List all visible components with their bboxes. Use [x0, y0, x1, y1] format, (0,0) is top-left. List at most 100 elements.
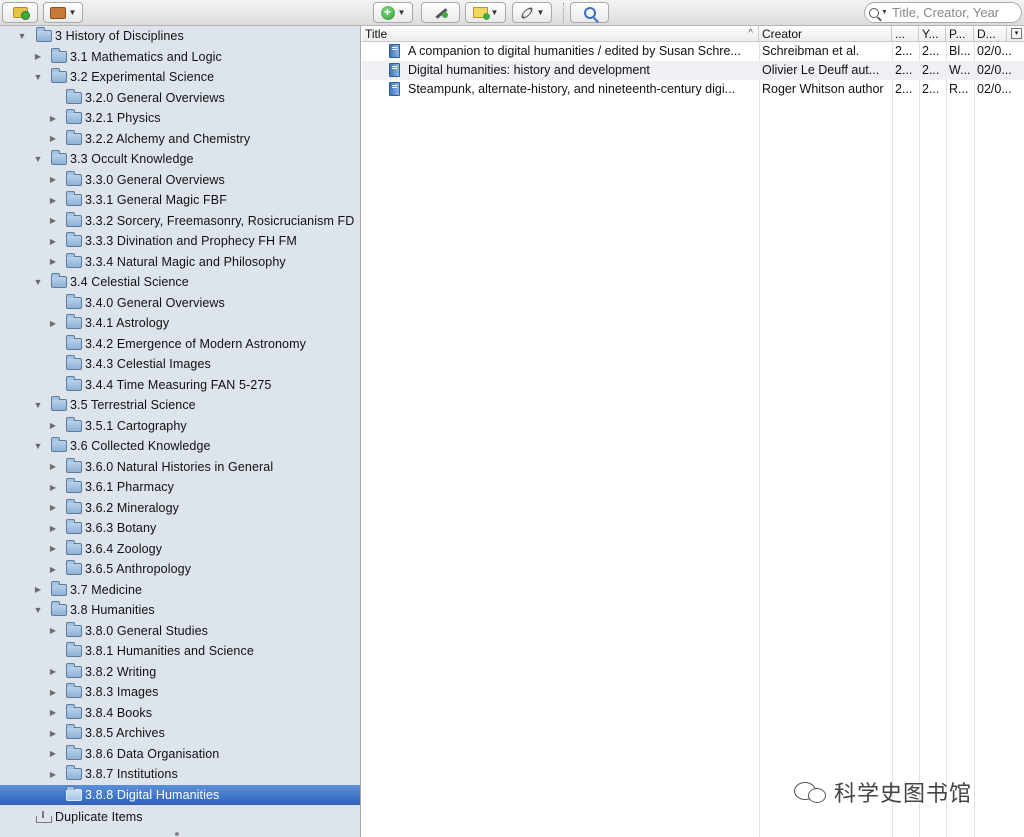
disclosure-collapsed-icon[interactable] — [48, 216, 58, 226]
collection-row[interactable]: 3.8.6 Data Organisation — [0, 744, 360, 764]
disclosure-collapsed-icon[interactable] — [48, 769, 58, 779]
collection-row[interactable]: 3.5 Terrestrial Science — [0, 395, 360, 415]
collection-row[interactable]: 3.3 Occult Knowledge — [0, 149, 360, 169]
folder-icon — [66, 703, 82, 719]
disclosure-expanded-icon[interactable] — [17, 31, 27, 41]
disclosure-expanded-icon[interactable] — [33, 441, 43, 451]
collection-row[interactable]: 3.4.0 General Overviews — [0, 293, 360, 313]
disclosure-collapsed-icon[interactable] — [48, 318, 58, 328]
collection-row[interactable]: 3.4.3 Celestial Images — [0, 354, 360, 374]
collection-row[interactable]: 3.2.1 Physics — [0, 108, 360, 128]
disclosure-collapsed-icon[interactable] — [48, 687, 58, 697]
collection-row[interactable]: 3.3.3 Divination and Prophecy FH FM — [0, 231, 360, 251]
column-header-year[interactable]: Y... — [919, 26, 946, 42]
collection-row[interactable]: 3.3.1 General Magic FBF — [0, 190, 360, 210]
disclosure-collapsed-icon[interactable] — [48, 421, 58, 431]
disclosure-expanded-icon[interactable] — [33, 154, 43, 164]
disclosure-collapsed-icon[interactable] — [48, 482, 58, 492]
folder-icon — [66, 560, 82, 575]
collection-row[interactable]: 3.8.5 Archives — [0, 723, 360, 743]
resize-handle[interactable] — [175, 832, 179, 836]
new-library-button[interactable]: ▼ — [43, 2, 83, 23]
collection-row[interactable]: 3.6.5 Anthropology — [0, 559, 360, 579]
disclosure-collapsed-icon[interactable] — [48, 523, 58, 533]
search-field[interactable]: ▼ — [864, 2, 1022, 23]
collection-row[interactable]: 3.4.1 Astrology — [0, 313, 360, 333]
disclosure-collapsed-icon[interactable] — [48, 728, 58, 738]
collection-row[interactable]: 3 History of Disciplines — [0, 26, 360, 46]
disclosure-collapsed-icon[interactable] — [48, 134, 58, 144]
disclosure-collapsed-icon[interactable] — [48, 626, 58, 636]
disclosure-collapsed-icon[interactable] — [48, 175, 58, 185]
column-header-title[interactable]: Title ^ — [362, 26, 759, 42]
collection-row[interactable]: 3.6 Collected Knowledge — [0, 436, 360, 456]
collection-row[interactable]: 3.8.8 Digital Humanities — [0, 784, 360, 805]
table-row[interactable]: Digital humanities: history and developm… — [362, 61, 1024, 80]
column-header-col3[interactable]: ... — [892, 26, 919, 42]
collection-label: 3.8.0 General Studies — [85, 623, 209, 638]
new-item-button[interactable]: + ▼ — [373, 2, 413, 23]
collection-row[interactable]: 3.8.0 General Studies — [0, 621, 360, 641]
disclosure-expanded-icon[interactable] — [33, 400, 43, 410]
collection-row[interactable]: 3.2 Experimental Science — [0, 67, 360, 87]
collection-row[interactable]: 3.4.4 Time Measuring FAN 5-275 — [0, 375, 360, 395]
duplicate-items-row[interactable]: Duplicate Items — [0, 807, 360, 827]
collection-row[interactable]: 3.5.1 Cartography — [0, 416, 360, 436]
column-divider — [892, 42, 893, 837]
collection-row[interactable]: 3.6.3 Botany — [0, 518, 360, 538]
disclosure-collapsed-icon[interactable] — [48, 462, 58, 472]
collection-row[interactable]: 3.6.1 Pharmacy — [0, 477, 360, 497]
collection-row[interactable]: 3.3.4 Natural Magic and Philosophy — [0, 252, 360, 272]
collection-row[interactable]: 3.8.2 Writing — [0, 662, 360, 682]
table-row[interactable]: Steampunk, alternate-history, and ninete… — [362, 80, 1024, 99]
column-header-creator[interactable]: Creator — [759, 26, 892, 42]
collection-row[interactable]: 3.3.0 General Overviews — [0, 170, 360, 190]
table-row[interactable]: A companion to digital humanities / edit… — [362, 42, 1024, 61]
disclosure-expanded-icon[interactable] — [33, 605, 43, 615]
disclosure-expanded-icon[interactable] — [33, 277, 43, 287]
collection-row[interactable]: 3.7 Medicine — [0, 580, 360, 600]
collection-row[interactable]: 3.3.2 Sorcery, Freemasonry, Rosicruciani… — [0, 211, 360, 231]
disclosure-collapsed-icon[interactable] — [48, 564, 58, 574]
collection-row[interactable]: 3.6.4 Zoology — [0, 539, 360, 559]
collection-row[interactable]: 3.4 Celestial Science — [0, 272, 360, 292]
new-collection-button[interactable] — [2, 2, 38, 23]
disclosure-collapsed-icon[interactable] — [48, 503, 58, 513]
collection-row[interactable]: 3.8.4 Books — [0, 703, 360, 723]
collection-label: 3.4.4 Time Measuring FAN 5-275 — [85, 377, 272, 392]
disclosure-collapsed-icon[interactable] — [48, 708, 58, 718]
disclosure-collapsed-icon[interactable] — [33, 52, 43, 62]
collection-row[interactable]: 3.8.1 Humanities and Science — [0, 641, 360, 661]
folder-icon — [66, 478, 82, 493]
column-header-publisher[interactable]: P... — [946, 26, 974, 42]
collection-row[interactable]: 3.8.3 Images — [0, 682, 360, 702]
disclosure-collapsed-icon[interactable] — [48, 113, 58, 123]
disclosure-collapsed-icon[interactable] — [48, 667, 58, 677]
disclosure-collapsed-icon[interactable] — [33, 585, 43, 595]
paperclip-icon — [519, 5, 534, 20]
folder-icon — [51, 580, 67, 596]
disclosure-collapsed-icon[interactable] — [48, 749, 58, 759]
collection-row[interactable]: 3.6.0 Natural Histories in General — [0, 457, 360, 477]
collection-row[interactable]: 3.6.2 Mineralogy — [0, 498, 360, 518]
new-note-button[interactable]: ▼ — [465, 2, 506, 23]
collection-label: 3.6.1 Pharmacy — [85, 480, 174, 494]
disclosure-expanded-icon[interactable] — [33, 72, 43, 82]
collection-row[interactable]: 3.1 Mathematics and Logic — [0, 47, 360, 67]
column-picker-icon[interactable]: ▾ — [1011, 28, 1022, 39]
collection-row[interactable]: 3.2.2 Alchemy and Chemistry — [0, 129, 360, 149]
collection-row[interactable]: 3.2.0 General Overviews — [0, 88, 360, 108]
disclosure-collapsed-icon[interactable] — [48, 195, 58, 205]
search-mode-chevron-icon[interactable]: ▼ — [881, 9, 888, 16]
column-header-date[interactable]: D... — [974, 26, 1007, 42]
add-by-identifier-button[interactable] — [421, 2, 460, 23]
advanced-search-button[interactable] — [570, 2, 609, 23]
disclosure-collapsed-icon[interactable] — [48, 544, 58, 554]
collection-row[interactable]: 3.8 Humanities — [0, 600, 360, 620]
search-input[interactable] — [891, 5, 1020, 20]
disclosure-collapsed-icon[interactable] — [48, 236, 58, 246]
disclosure-collapsed-icon[interactable] — [48, 257, 58, 267]
collection-row[interactable]: 3.4.2 Emergence of Modern Astronomy — [0, 334, 360, 354]
add-attachment-button[interactable]: ▼ — [512, 2, 552, 23]
collection-row[interactable]: 3.8.7 Institutions — [0, 764, 360, 784]
